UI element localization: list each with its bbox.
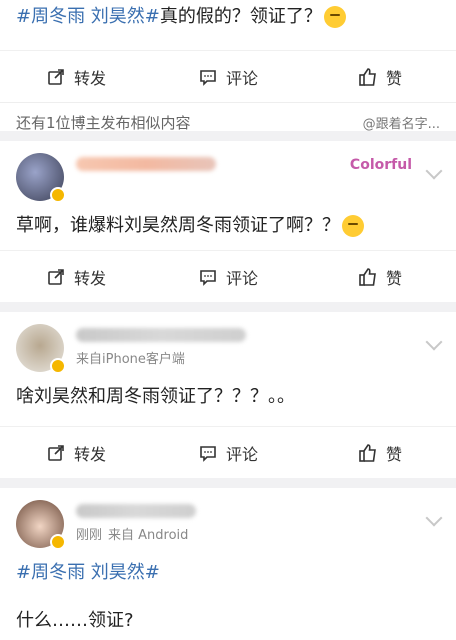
post-body: 什么……领证?: [16, 610, 134, 631]
comment-label: 评论: [225, 268, 258, 288]
like-button[interactable]: 赞: [304, 441, 456, 465]
like-label: 赞: [385, 68, 402, 88]
repost-label: 转发: [73, 268, 106, 288]
post-card-1: #周冬雨 刘昊然#真的假的？领证了？ 转发 评论 赞 还有1位博主发布相似内容 …: [0, 0, 456, 132]
thumbs-up-icon: [359, 67, 376, 86]
similar-posts-source[interactable]: @跟着名字...: [363, 113, 440, 132]
separator: [0, 478, 456, 488]
post-text: 什么……领证?: [0, 608, 456, 634]
comment-button[interactable]: 评论: [152, 65, 304, 89]
colorful-decoration: Colorful: [349, 157, 412, 173]
repost-icon: [48, 68, 64, 85]
avatar[interactable]: [16, 324, 66, 374]
post-subline: 来自iPhone客户端: [76, 348, 246, 367]
post-header: 刚刚 来自 Android: [0, 488, 456, 560]
like-button[interactable]: 赞: [304, 65, 456, 89]
thumbs-up-icon: [359, 267, 376, 286]
comment-label: 评论: [225, 444, 258, 464]
post-text: 啥刘昊然和周冬雨领证了？？？。。: [0, 384, 456, 410]
post-card-3: 来自iPhone客户端 啥刘昊然和周冬雨领证了？？？。。 转发 评论 赞: [0, 312, 456, 478]
post-subline: 刚刚 来自 Android: [76, 524, 196, 543]
similar-posts-text: 还有1位博主发布相似内容: [16, 114, 191, 132]
repost-icon: [48, 268, 64, 285]
post-body: 真的假的？领证了？: [159, 6, 322, 27]
hashtag[interactable]: #周冬雨 刘昊然#: [16, 6, 160, 27]
post-header: 来自iPhone客户端: [0, 312, 456, 384]
avatar[interactable]: [16, 500, 66, 550]
author-meta: [76, 153, 216, 171]
hashtag[interactable]: #周冬雨 刘昊然#: [16, 562, 160, 583]
repost-label: 转发: [73, 68, 106, 88]
action-bar: 转发 评论 赞: [0, 426, 456, 478]
like-button[interactable]: 赞: [304, 265, 456, 289]
post-card-4: 刚刚 来自 Android #周冬雨 刘昊然# 什么……领证?: [0, 488, 456, 640]
shocked-emoji-icon: [323, 6, 346, 28]
separator: [0, 302, 456, 312]
avatar[interactable]: [16, 153, 66, 203]
post-text: #周冬雨 刘昊然#: [0, 560, 456, 586]
post-body: 草啊，谁爆料刘昊然周冬雨领证了啊？？: [16, 215, 340, 236]
post-time: 刚刚: [76, 528, 103, 543]
post-body: 啥刘昊然和周冬雨领证了？？？。。: [16, 386, 295, 407]
author-meta: 刚刚 来自 Android: [76, 500, 196, 543]
comment-button[interactable]: 评论: [152, 265, 304, 289]
verified-badge-icon: [50, 534, 66, 550]
repost-button[interactable]: 转发: [0, 65, 152, 89]
repost-icon: [48, 444, 64, 461]
post-source: 来自 Android: [108, 528, 189, 543]
author-name-blurred[interactable]: [76, 328, 246, 342]
post-card-2: Colorful 草啊，谁爆料刘昊然周冬雨领证了啊？？ 转发 评论 赞: [0, 141, 456, 302]
repost-button[interactable]: 转发: [0, 441, 152, 465]
action-bar: 转发 评论 赞: [0, 250, 456, 302]
thumbs-up-icon: [359, 443, 376, 462]
repost-label: 转发: [73, 444, 106, 464]
post-text: #周冬雨 刘昊然#真的假的？领证了？: [0, 0, 456, 30]
smirk-emoji-icon: [342, 215, 364, 237]
author-name-blurred[interactable]: [76, 157, 216, 171]
post-source: 来自iPhone客户端: [76, 352, 185, 367]
verified-badge-icon: [50, 187, 66, 203]
author-name-blurred[interactable]: [76, 504, 196, 518]
comment-icon: [200, 269, 216, 286]
like-label: 赞: [385, 268, 402, 288]
comment-icon: [200, 69, 216, 86]
post-text: 草啊，谁爆料刘昊然周冬雨领证了啊？？: [0, 213, 456, 239]
action-bar: 转发 评论 赞: [0, 50, 456, 102]
like-label: 赞: [385, 444, 402, 464]
similar-posts-bar[interactable]: 还有1位博主发布相似内容 @跟着名字...: [0, 102, 456, 142]
author-meta: 来自iPhone客户端: [76, 324, 246, 367]
comment-icon: [200, 445, 216, 462]
verified-badge-icon: [50, 358, 66, 374]
repost-button[interactable]: 转发: [0, 265, 152, 289]
comment-label: 评论: [225, 68, 258, 88]
post-header: [0, 141, 456, 213]
comment-button[interactable]: 评论: [152, 441, 304, 465]
